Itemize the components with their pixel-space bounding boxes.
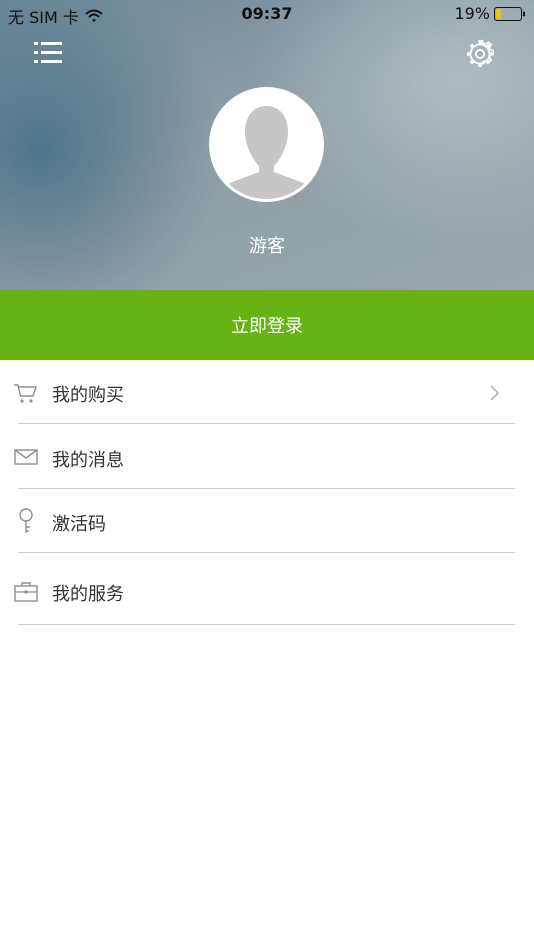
battery-percent: 19% [454, 4, 490, 23]
battery-icon [494, 6, 525, 21]
login-button[interactable]: 立即登录 [0, 290, 534, 360]
menu-item-messages[interactable]: 我的消息 [0, 424, 534, 489]
key-icon [19, 508, 33, 533]
list-icon[interactable] [32, 40, 64, 66]
profile-header: 无 SIM 卡 09:37 19% 游客 [0, 0, 534, 290]
avatar[interactable] [209, 87, 324, 202]
cart-icon [14, 384, 37, 403]
login-button-label: 立即登录 [231, 316, 303, 337]
menu-item-label: 我的消息 [52, 450, 124, 471]
gear-icon[interactable] [466, 40, 494, 68]
person-silhouette-icon [212, 90, 321, 199]
status-bar: 无 SIM 卡 09:37 19% [0, 0, 534, 28]
chevron-right-icon [490, 385, 499, 401]
menu-item-services[interactable]: 我的服务 [0, 553, 534, 625]
menu-item-purchases[interactable]: 我的购买 [0, 360, 534, 424]
menu-item-label: 激活码 [52, 514, 106, 535]
briefcase-icon [14, 582, 38, 602]
battery-group: 19% [454, 4, 526, 23]
mail-icon [14, 449, 38, 465]
menu-item-label: 我的购买 [52, 385, 124, 406]
divider [18, 624, 515, 625]
menu-item-activation-code[interactable]: 激活码 [0, 489, 534, 553]
guest-name: 游客 [249, 236, 285, 257]
menu-item-label: 我的服务 [52, 584, 124, 605]
